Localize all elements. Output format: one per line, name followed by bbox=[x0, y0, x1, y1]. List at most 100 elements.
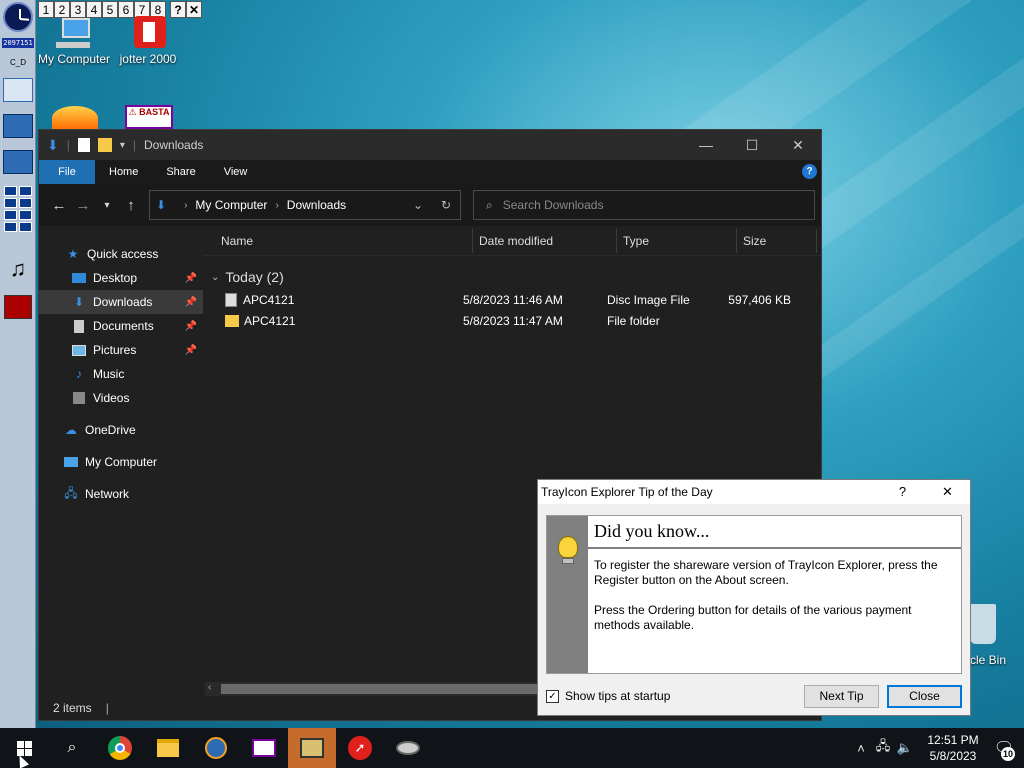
tip-heading: Did you know... bbox=[588, 516, 961, 549]
computer-icon bbox=[63, 455, 79, 469]
taskbar-clock[interactable]: 12:51 PM 5/8/2023 bbox=[922, 732, 984, 764]
dialog-help-button[interactable]: ? bbox=[880, 484, 925, 500]
taskbar-app-disc[interactable] bbox=[384, 728, 432, 768]
taskbar-app-arrow[interactable]: ➚ bbox=[336, 728, 384, 768]
arrow-icon: ➚ bbox=[348, 736, 372, 760]
firefox-icon[interactable] bbox=[52, 106, 98, 130]
lightbulb-icon bbox=[558, 536, 578, 558]
chevron-up-icon[interactable]: ˄ bbox=[850, 741, 872, 756]
column-type[interactable]: Type bbox=[617, 228, 737, 253]
taskbar-chrome[interactable] bbox=[96, 728, 144, 768]
clock-icon bbox=[3, 2, 33, 32]
desktop-icon-jotter[interactable]: jotter 2000 bbox=[110, 16, 186, 67]
scrollbar-thumb[interactable] bbox=[221, 684, 541, 694]
column-size[interactable]: Size bbox=[737, 228, 817, 253]
network-icon: 🖧 bbox=[64, 485, 78, 500]
breadcrumb-downloads[interactable]: Downloads bbox=[287, 198, 346, 212]
music-disc-icon[interactable]: ♫ bbox=[2, 254, 34, 284]
window-tool-icon[interactable] bbox=[2, 114, 34, 138]
nav-music[interactable]: ♪ Music bbox=[39, 362, 203, 386]
folder-icon bbox=[157, 739, 179, 757]
tip-panel: Did you know... To register the sharewar… bbox=[546, 515, 962, 674]
taskbar-trayicon-explorer[interactable] bbox=[288, 728, 336, 768]
documents-icon bbox=[71, 319, 87, 333]
scroll-left-icon[interactable]: ‹ bbox=[208, 682, 211, 693]
basta-icon[interactable]: ⚠ BASTA bbox=[125, 105, 173, 129]
taskbar-basta[interactable] bbox=[240, 728, 288, 768]
group-header[interactable]: ⌄ Today (2) bbox=[203, 265, 821, 289]
recycle-bin-label[interactable]: cle Bin bbox=[970, 653, 1006, 667]
table-row[interactable]: APC4121 5/8/2023 11:47 AM File folder bbox=[203, 310, 821, 331]
chevron-down-icon[interactable]: ▾ bbox=[120, 140, 125, 151]
recent-locations-button[interactable]: ▾ bbox=[95, 193, 119, 217]
nav-quick-access[interactable]: ★ Quick access bbox=[39, 242, 203, 266]
memory-counter: 2097151 bbox=[2, 38, 34, 48]
column-header: Name Date modified Type Size bbox=[203, 226, 821, 256]
system-tray: ˄ 🖧 🔈 12:51 PM 5/8/2023 🗨 10 bbox=[850, 728, 1024, 768]
up-button[interactable]: ↑ bbox=[119, 193, 143, 217]
maximize-button[interactable]: ☐ bbox=[729, 130, 775, 160]
address-dropdown-icon[interactable]: ⌄ bbox=[404, 198, 432, 212]
column-date-modified[interactable]: Date modified bbox=[473, 228, 617, 253]
taskbar-file-explorer[interactable] bbox=[144, 728, 192, 768]
minimize-button[interactable]: — bbox=[683, 130, 729, 160]
monitor-icon bbox=[300, 738, 324, 758]
clock-widget[interactable] bbox=[2, 2, 34, 32]
nav-network[interactable]: 🖧 Network bbox=[39, 482, 203, 506]
navigation-bar: ← → ▾ ↑ ⬇ › My Computer › Downloads ⌄ ↻ … bbox=[39, 184, 821, 226]
pictures-icon bbox=[71, 343, 87, 357]
nav-desktop[interactable]: Desktop 📌 bbox=[39, 266, 203, 290]
breadcrumb-my-computer[interactable]: My Computer bbox=[195, 198, 267, 212]
search-button[interactable]: ⌕ bbox=[48, 728, 96, 768]
search-icon: ⌕ bbox=[67, 739, 77, 756]
pin-icon: 📌 bbox=[184, 296, 197, 308]
ribbon-help-button[interactable]: ? bbox=[802, 164, 817, 179]
notification-center-button[interactable]: 🗨 10 bbox=[984, 728, 1024, 768]
jotter-icon bbox=[128, 16, 168, 50]
column-name[interactable]: Name bbox=[203, 228, 473, 253]
next-tip-button[interactable]: Next Tip bbox=[804, 684, 879, 708]
nav-videos[interactable]: Videos bbox=[39, 386, 203, 410]
show-tips-label[interactable]: Show tips at startup bbox=[565, 689, 670, 703]
window-tool-2-icon[interactable] bbox=[2, 150, 34, 174]
download-folder-icon: ⬇ bbox=[156, 198, 167, 212]
grid-tool-icon[interactable] bbox=[2, 186, 34, 232]
window-close-button[interactable]: ✕ bbox=[775, 130, 821, 160]
nav-my-computer[interactable]: My Computer bbox=[39, 450, 203, 474]
disc-image-icon bbox=[225, 292, 237, 307]
volume-icon[interactable]: 🔈 bbox=[894, 740, 916, 756]
nav-onedrive[interactable]: ☁ OneDrive bbox=[39, 418, 203, 442]
back-button[interactable]: ← bbox=[47, 193, 71, 217]
cd-icon[interactable]: C_D bbox=[2, 54, 34, 70]
address-bar[interactable]: ⬇ › My Computer › Downloads ⌄ ↻ bbox=[149, 190, 461, 220]
refresh-icon[interactable]: ↻ bbox=[432, 198, 460, 212]
nav-pictures[interactable]: Pictures 📌 bbox=[39, 338, 203, 362]
properties-icon[interactable] bbox=[77, 138, 90, 152]
title-bar: ⬇ | ▾ | Downloads — ☐ ✕ bbox=[39, 130, 821, 160]
forward-button[interactable]: → bbox=[71, 193, 95, 217]
tab-home[interactable]: Home bbox=[95, 160, 152, 184]
videos-icon bbox=[71, 391, 87, 405]
printer-icon[interactable] bbox=[2, 292, 34, 322]
notification-count: 10 bbox=[1001, 747, 1015, 761]
tab-view[interactable]: View bbox=[210, 160, 262, 184]
table-row[interactable]: APC4121 5/8/2023 11:46 AM Disc Image Fil… bbox=[203, 289, 821, 310]
desktop-icon-my-computer[interactable]: My Computer bbox=[36, 16, 112, 67]
show-tips-checkbox[interactable]: ✓ bbox=[546, 689, 559, 703]
nav-documents[interactable]: Documents 📌 bbox=[39, 314, 203, 338]
search-input[interactable]: ⌕ Search Downloads bbox=[473, 190, 815, 220]
tab-file[interactable]: File bbox=[39, 160, 95, 184]
close-button[interactable]: ✕ bbox=[186, 1, 202, 18]
recycle-bin-icon[interactable] bbox=[970, 604, 996, 644]
taskbar-app-globe[interactable] bbox=[192, 728, 240, 768]
dialog-close-button[interactable]: ✕ bbox=[925, 484, 970, 500]
tab-share[interactable]: Share bbox=[152, 160, 209, 184]
folder-icon bbox=[225, 314, 239, 327]
search-icon: ⌕ bbox=[486, 197, 493, 212]
network-icon[interactable]: 🖧 bbox=[872, 737, 894, 759]
nav-downloads[interactable]: ⬇ Downloads 📌 bbox=[39, 290, 203, 314]
monitor-icon[interactable] bbox=[2, 78, 34, 102]
dialog-close-action-button[interactable]: Close bbox=[887, 684, 962, 708]
new-folder-icon[interactable] bbox=[97, 138, 112, 152]
navigation-pane: ★ Quick access Desktop 📌 ⬇ Downloads 📌 D… bbox=[39, 226, 203, 696]
